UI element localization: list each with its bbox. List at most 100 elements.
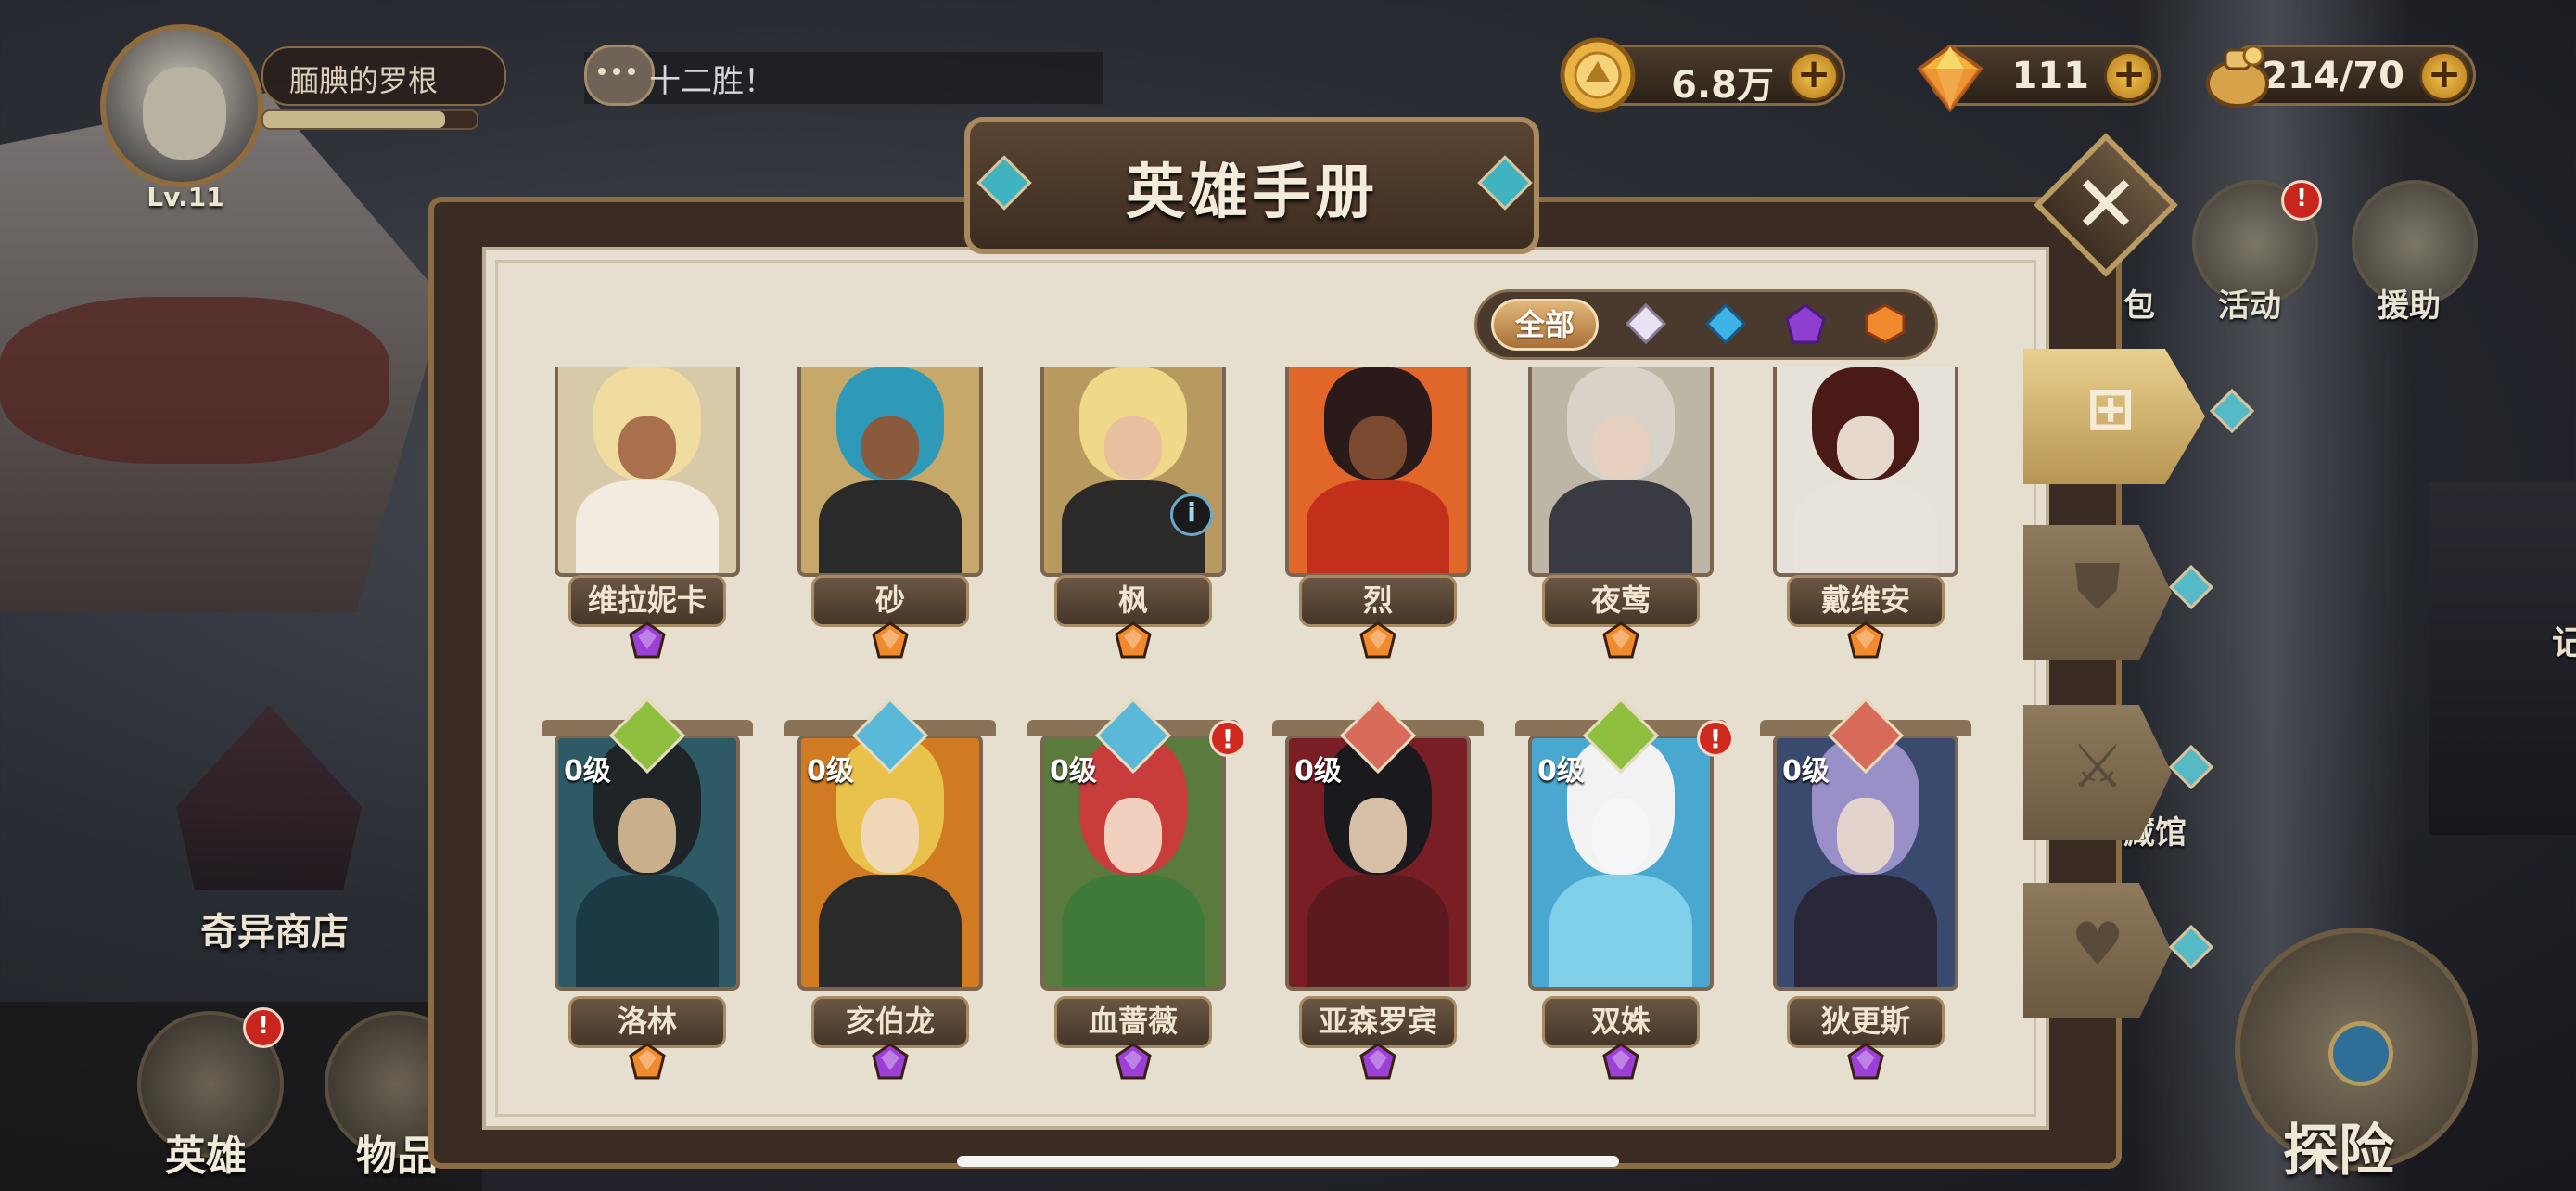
chat-message: 十二胜！ (649, 63, 775, 100)
exp-bar (261, 109, 478, 130)
gold-value: 6.8万 (1671, 64, 1774, 107)
rarity-gem-icon (1115, 621, 1152, 659)
hero-alert-icon: ! (1697, 720, 1734, 757)
hero-face (861, 416, 919, 479)
hero-name: 洛林 (568, 996, 726, 1048)
hero-face (1837, 798, 1894, 873)
hero-card[interactable]: i (1040, 367, 1226, 577)
rarity-gem-icon (1115, 1043, 1152, 1080)
hero-body (819, 875, 962, 987)
treasure-bag-icon (2206, 45, 2269, 108)
activity-alert-badge: ! (2281, 180, 2322, 221)
rarity-gem-icon (629, 621, 666, 659)
hero-face (618, 798, 676, 873)
hero-name: 枫 (1054, 575, 1212, 627)
chat-bubble-icon[interactable] (584, 45, 655, 106)
hero-body (1062, 875, 1205, 987)
support-label: 援助 (2378, 288, 2441, 325)
activity-label: 活动 (2218, 288, 2281, 325)
hero-level: 0级 (564, 755, 611, 788)
hero-name: 亥伯龙 (811, 996, 969, 1048)
hero-card[interactable] (1773, 367, 1958, 577)
shield-icon: ⛊ (2075, 553, 2120, 621)
hero-card[interactable] (1528, 367, 1714, 577)
heart-icon: ♥ (2071, 911, 2124, 980)
partial-right-label: 记 (2552, 624, 2576, 662)
hero-portrait (801, 367, 979, 573)
strange-shop-label: 奇异商店 (200, 911, 349, 954)
hero-rarity-icon (1847, 621, 1884, 659)
hero-face (1592, 798, 1650, 873)
hero-face (1349, 416, 1407, 479)
hero-name: 维拉妮卡 (568, 575, 726, 627)
hero-level: 0级 (807, 755, 854, 788)
hero-rarity-icon (1602, 1043, 1639, 1080)
hero-portrait (558, 367, 736, 573)
hero-body (1307, 875, 1449, 987)
exp-bar-fill (263, 111, 445, 128)
filter-white-gem-icon[interactable] (1625, 302, 1667, 345)
player-avatar[interactable] (100, 24, 263, 187)
grid-icon: ⊞ (2085, 375, 2136, 443)
hero-face (861, 798, 919, 873)
rarity-gem-icon (629, 1043, 666, 1080)
hero-rarity-icon (872, 621, 909, 659)
hero-body (1307, 480, 1449, 573)
stamina-value: 214/70 (2262, 55, 2404, 97)
rarity-gem-icon (872, 621, 909, 659)
explore-label: 探险 (2283, 1119, 2394, 1184)
hero-name: 血蔷薇 (1054, 996, 1212, 1048)
hero-body (576, 875, 719, 987)
hero-face (1104, 416, 1162, 479)
diamond-value: 111 (2011, 55, 2090, 97)
filter-purple-gem-icon[interactable] (1784, 302, 1827, 345)
hero-portrait (1044, 367, 1222, 573)
player-name: 腼腆的罗根 (289, 63, 439, 98)
filter-blue-gem-icon[interactable] (1704, 302, 1747, 345)
hero-portrait (1289, 367, 1467, 573)
hero-name: 砂 (811, 575, 969, 627)
player-name-box[interactable]: 腼腆的罗根 (261, 46, 506, 106)
rarity-gem-icon (1359, 621, 1396, 659)
hero-card[interactable] (555, 367, 740, 577)
info-icon[interactable]: i (1170, 493, 1213, 536)
rarity-gem-icon (1847, 1043, 1884, 1080)
close-icon[interactable]: ✕ (2055, 154, 2157, 256)
stamina-add-button[interactable]: + (2419, 51, 2469, 101)
hero-name: 亚森罗宾 (1299, 996, 1457, 1048)
gold-coin-icon (1560, 37, 1636, 113)
hero-rarity-icon (1359, 621, 1396, 659)
gold-add-button[interactable]: + (1789, 51, 1839, 101)
hero-card[interactable] (797, 367, 983, 577)
hero-rarity-icon (1602, 621, 1639, 659)
hero-body (1549, 875, 1692, 987)
hero-body (1794, 480, 1937, 573)
hero-rarity-icon (1847, 1043, 1884, 1080)
hero-body (1794, 875, 1937, 987)
hero-body (576, 480, 719, 573)
hero-body (819, 480, 962, 573)
hero-alert-icon: ! (1209, 720, 1246, 757)
bag-label: 包 (2123, 288, 2155, 325)
filter-all-button[interactable]: 全部 (1491, 299, 1599, 351)
filter-orange-gem-icon[interactable] (1864, 302, 1906, 345)
hero-rarity-icon (872, 1043, 909, 1080)
rarity-gem-icon (1602, 621, 1639, 659)
hero-face (1837, 416, 1894, 479)
sword-icon: ⚔ (2071, 733, 2124, 801)
explore-gem-icon (2328, 1021, 2393, 1086)
diamond-add-button[interactable]: + (2104, 51, 2154, 101)
items-nav-label: 物品 (356, 1133, 438, 1180)
panel-title: 英雄手册 (1126, 159, 1378, 227)
hero-card[interactable] (1285, 367, 1471, 577)
hero-level: 0级 (1050, 755, 1097, 788)
hero-name: 夜莺 (1542, 575, 1700, 627)
rarity-gem-icon (1359, 1043, 1396, 1080)
avatar-face (143, 67, 226, 160)
hero-portrait (1777, 367, 1955, 573)
player-level: Lv.11 (147, 182, 224, 212)
hero-name: 烈 (1299, 575, 1457, 627)
hero-face (618, 416, 676, 479)
hero-rarity-icon (1115, 1043, 1152, 1080)
hero-name: 狄更斯 (1787, 996, 1945, 1048)
